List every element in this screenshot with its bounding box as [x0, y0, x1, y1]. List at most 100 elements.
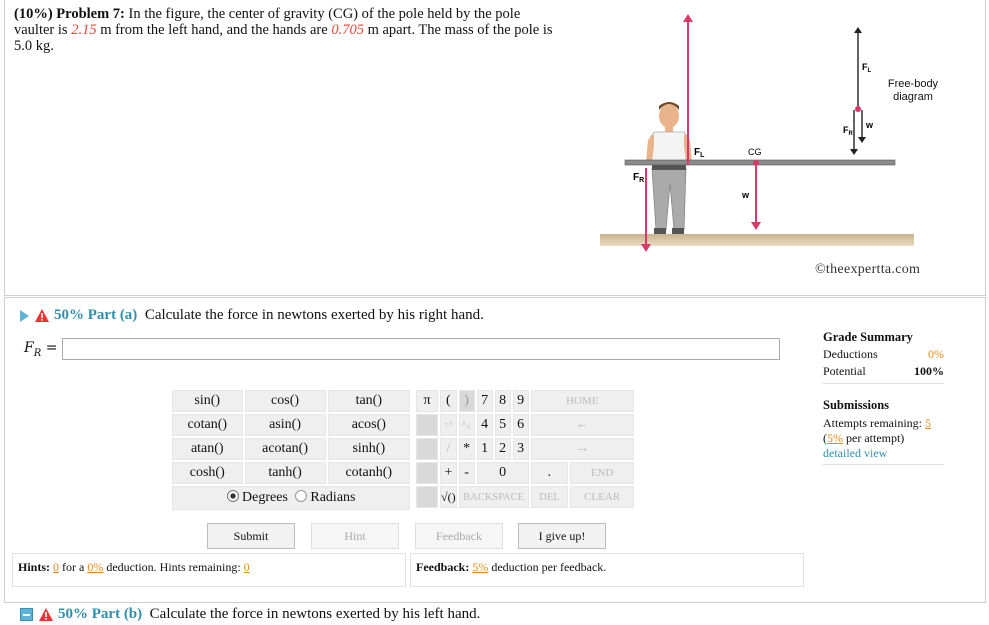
sqrt-key[interactable]: √() [440, 486, 457, 508]
part-b-heading: 50% Part (b) Calculate the force in newt… [20, 606, 480, 623]
hints-remaining-label: deduction. Hints remaining: [106, 560, 241, 574]
per-attempt-label: per attempt) [846, 431, 905, 445]
cotanh-key[interactable]: cotanh() [327, 462, 410, 484]
cotan-key[interactable]: cotan() [172, 414, 243, 436]
superscript-down-key[interactable]: ^↓ [458, 414, 475, 436]
key-0[interactable]: 0 [476, 462, 529, 484]
part-b-question: Calculate the force in newtons exerted b… [149, 606, 481, 622]
ground [600, 234, 914, 246]
acotan-key[interactable]: acotan() [244, 438, 326, 460]
close-paren-key[interactable]: ) [458, 390, 475, 412]
sin-key[interactable]: sin() [172, 390, 243, 412]
grade-summary-title: Grade Summary [823, 330, 913, 344]
hand-separation-value: 0.705 [331, 22, 364, 38]
feedback-deduction: 5% [472, 560, 489, 574]
pole-vaulter-figure: FL FR CG w FL FR w [600, 14, 914, 252]
multiply-key[interactable]: * [458, 438, 475, 460]
decimal-key[interactable]: . [530, 462, 569, 484]
pi-key[interactable]: π [416, 390, 438, 412]
fbd-fr-label: FR [843, 125, 854, 137]
feedback-label: Feedback: [416, 560, 470, 574]
answer-input[interactable] [62, 338, 780, 360]
function-keypad: sin() cos() tan() cotan() asin() acos() atan… [170, 388, 412, 512]
superscript-up-key[interactable]: ↑^ [440, 414, 457, 436]
degrees-radio[interactable] [226, 490, 239, 502]
sinh-key[interactable]: sinh() [327, 438, 410, 460]
key-7[interactable]: 7 [476, 390, 493, 412]
radians-label: Radians [310, 490, 356, 505]
feedback-button[interactable]: Feedback [415, 523, 503, 549]
acos-key[interactable]: acos() [327, 414, 410, 436]
part-a-question: Calculate the force in newtons exerted b… [144, 307, 484, 323]
fr-label: FR [633, 172, 644, 184]
deductions-label: Deductions [823, 347, 878, 361]
grade-summary: Grade Summary Deductions 0% Potential 100%… [823, 330, 944, 465]
right-arrow-key[interactable]: → [530, 438, 634, 460]
key-8[interactable]: 8 [494, 390, 511, 412]
fbd-fl-label: FL [862, 62, 872, 74]
free-body-diagram: FL FR w [843, 27, 874, 155]
key-9[interactable]: 9 [512, 390, 529, 412]
blank-key-2 [416, 438, 438, 460]
hints-count: 0 [53, 560, 60, 574]
blank-key [416, 414, 438, 436]
key-5[interactable]: 5 [494, 414, 511, 436]
warning-icon [39, 608, 53, 622]
cosh-key[interactable]: cosh() [172, 462, 243, 484]
hints-remaining: 0 [243, 560, 250, 574]
divide-key[interactable]: / [440, 438, 457, 460]
cg-label: CG [748, 147, 762, 157]
pole-vaulter [646, 102, 692, 234]
backspace-key[interactable]: BACKSPACE [458, 486, 529, 508]
detailed-view-link[interactable]: detailed view [823, 446, 944, 465]
give-up-button[interactable]: I give up! [518, 523, 606, 549]
asin-key[interactable]: asin() [244, 414, 326, 436]
hints-text: Hints: 0 for a 0% deduction. Hints remai… [18, 560, 250, 575]
blank-key-3 [416, 462, 438, 484]
hint-button[interactable]: Hint [311, 523, 399, 549]
hints-label: Hints: [18, 560, 51, 574]
cos-key[interactable]: cos() [244, 390, 326, 412]
fbd-caption: Free-body diagram [887, 78, 939, 103]
hints-deduction: 0% [87, 560, 104, 574]
problem-text-2: m from the left hand, and the hands are [96, 22, 332, 38]
degrees-label: Degrees [242, 490, 288, 505]
feedback-rest: deduction per feedback. [491, 560, 607, 574]
angle-mode: Degrees Radians [172, 486, 410, 510]
end-key[interactable]: END [570, 462, 634, 484]
submissions-title: Submissions [823, 398, 890, 412]
plus-key[interactable]: + [440, 462, 457, 484]
key-6[interactable]: 6 [512, 414, 529, 436]
delete-key[interactable]: DEL [530, 486, 569, 508]
tan-key[interactable]: tan() [327, 390, 410, 412]
key-3[interactable]: 3 [512, 438, 529, 460]
potential-value: 100% [914, 364, 944, 378]
atan-key[interactable]: atan() [172, 438, 243, 460]
fr-answer-label: FR = [24, 340, 58, 359]
key-1[interactable]: 1 [476, 438, 493, 460]
pole [624, 159, 896, 166]
expand-triangle-icon[interactable] [20, 309, 29, 322]
key-4[interactable]: 4 [476, 414, 493, 436]
blank-key-4 [416, 486, 438, 508]
radians-radio[interactable] [294, 490, 307, 502]
left-arrow-key[interactable]: ← [530, 414, 634, 436]
feedback-text: Feedback: 5% deduction per feedback. [416, 560, 606, 575]
deductions-value: 0% [928, 347, 944, 361]
clear-key[interactable]: CLEAR [570, 486, 634, 508]
part-a-heading: 50% Part (a) Calculate the force in newt… [20, 307, 484, 324]
key-2[interactable]: 2 [494, 438, 511, 460]
attempts-value: 5 [924, 416, 931, 430]
potential-label: Potential [823, 364, 866, 378]
tanh-key[interactable]: tanh() [244, 462, 326, 484]
open-paren-key[interactable]: ( [440, 390, 457, 412]
fl-label: FL [694, 147, 705, 159]
collapse-square-icon[interactable] [20, 608, 33, 622]
submit-button[interactable]: Submit [207, 523, 295, 549]
problem-statement: (10%) Problem 7: In the figure, the cent… [14, 6, 559, 54]
minus-key[interactable]: - [458, 462, 475, 484]
warning-icon [35, 309, 49, 323]
cg-point [753, 160, 759, 166]
cg-distance-value: 2.15 [71, 22, 97, 38]
home-key[interactable]: HOME [530, 390, 634, 412]
